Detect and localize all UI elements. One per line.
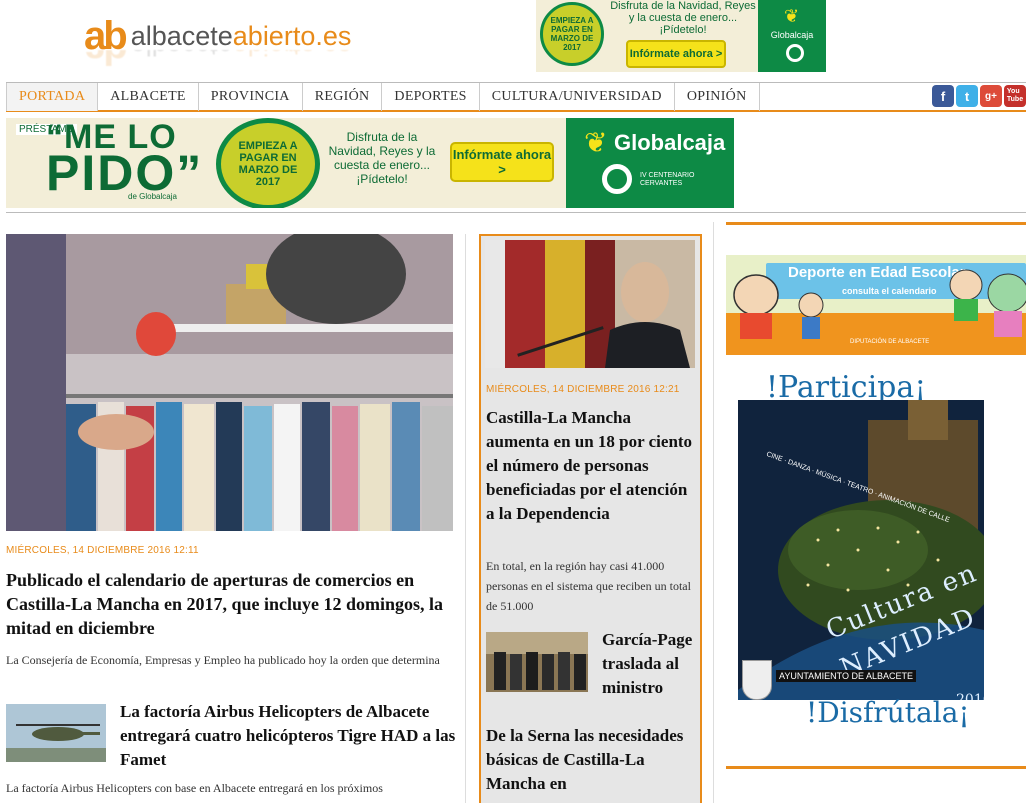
- cultura-navidad-ad[interactable]: !Participa¡ CINE · DANZA · MÚSICA · TEAT…: [736, 370, 1016, 735]
- logo-reflection: abalbaceteabierto.es: [84, 50, 351, 70]
- wheat-icon: ❦: [584, 127, 608, 158]
- featured-article-summary: En total, en la región hay casi 41.000 p…: [486, 559, 691, 613]
- top-ad-banner[interactable]: EMPIEZA A PAGAR EN MARZO DE 2017 Disfrut…: [536, 0, 826, 72]
- site-header: ab albaceteabierto.es abalbaceteabierto.…: [0, 0, 1036, 82]
- nav-item-region[interactable]: REGIÓN: [303, 83, 383, 111]
- main-nav: PORTADA ALBACETE PROVINCIA REGIÓN DEPORT…: [6, 82, 1026, 112]
- facebook-icon[interactable]: f: [932, 85, 954, 107]
- ad-brand: Globalcaja: [770, 30, 814, 40]
- banner-badge: EMPIEZA A PAGAR EN MARZO DE 2017: [216, 118, 320, 208]
- cervantes-logo-icon: [602, 164, 632, 194]
- nav-item-cultura[interactable]: CULTURA/UNIVERSIDAD: [480, 83, 675, 111]
- sidebar-divider: [726, 222, 1026, 225]
- google-plus-icon[interactable]: g+: [980, 85, 1002, 107]
- middle-second-title-continued[interactable]: De la Serna las necesidades básicas de C…: [486, 724, 696, 796]
- ad-disfrutala: !Disfrútala¡: [806, 696, 970, 729]
- nav-item-opinion[interactable]: OPINIÓN: [675, 83, 760, 111]
- banner-text: Disfruta de la Navidad, Reyes y la cuest…: [328, 130, 436, 186]
- banner-info-button[interactable]: Infórmate ahora >: [450, 142, 554, 182]
- lead-article-title[interactable]: Publicado el calendario de aperturas de …: [6, 568, 451, 640]
- social-links: f t g+ You Tube: [932, 85, 1026, 107]
- featured-article-date: MIÉRCOLES, 14 DICIEMBRE 2016 12:21: [486, 384, 680, 395]
- second-article-summary: La factoría Airbus Helicopters con base …: [6, 781, 383, 795]
- divider: [6, 212, 1026, 213]
- banner-brand: Globalcaja: [614, 130, 726, 155]
- ad-ayuntamiento: AYUNTAMIENTO DE ALBACETE: [776, 670, 917, 682]
- banner-brand-panel: ❦ Globalcaja IV CENTENARIO CERVANTES: [566, 118, 734, 208]
- deporte-escolar-ad[interactable]: Deporte en Edad Escolar consulta el cale…: [726, 255, 1026, 355]
- middle-second-image[interactable]: [486, 632, 588, 692]
- lead-article-date: MIÉRCOLES, 14 DICIEMBRE 2016 12:11: [6, 545, 199, 556]
- nav-item-provincia[interactable]: PROVINCIA: [199, 83, 303, 111]
- column-divider: [465, 234, 466, 803]
- wheat-icon: ❦: [784, 6, 800, 26]
- ad-poster: CINE · DANZA · MÚSICA · TEATRO · ANIMACI…: [738, 400, 984, 700]
- lead-article-summary: La Consejería de Economía, Empresas y Em…: [6, 653, 440, 667]
- nav-item-portada[interactable]: PORTADA: [6, 83, 99, 111]
- second-article-title[interactable]: La factoría Airbus Helicopters de Albace…: [120, 700, 456, 772]
- sidebar-divider: [726, 766, 1026, 769]
- column-divider: [713, 222, 714, 803]
- featured-article-title[interactable]: Castilla-La Mancha aumenta en un 18 por …: [486, 406, 696, 526]
- ad-text: Disfruta de la Navidad, Reyes y la cuest…: [610, 0, 756, 36]
- banner-sub: de Globalcaja: [128, 192, 177, 201]
- nav-item-albacete[interactable]: ALBACETE: [98, 83, 199, 111]
- second-article-image[interactable]: [6, 704, 106, 762]
- middle-second-title[interactable]: García-Page traslada al ministro: [602, 628, 700, 700]
- lead-article-image[interactable]: [6, 234, 453, 531]
- cervantes-logo-icon: [786, 44, 804, 62]
- ad-badge: EMPIEZA A PAGAR EN MARZO DE 2017: [540, 2, 604, 66]
- nav-item-deportes[interactable]: DEPORTES: [382, 83, 480, 111]
- banner-headline-2: PIDO”: [46, 145, 204, 201]
- albacete-crest-icon: [742, 660, 772, 700]
- twitter-icon[interactable]: t: [956, 85, 978, 107]
- globalcaja-banner[interactable]: PRÉSTAMO “ME LO PIDO” de Globalcaja EMPI…: [6, 118, 734, 208]
- featured-article-image[interactable]: [485, 240, 695, 368]
- banner-cervantes: IV CENTENARIO CERVANTES: [640, 172, 695, 187]
- ad-footer: DIPUTACIÓN DE ALBACETE: [850, 339, 930, 345]
- ad-info-button[interactable]: Infórmate ahora >: [626, 40, 726, 68]
- youtube-icon[interactable]: You Tube: [1004, 85, 1026, 107]
